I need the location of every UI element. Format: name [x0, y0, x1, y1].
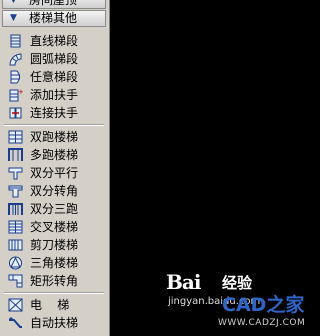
cadzj-watermark-logo: CAD之家: [222, 294, 305, 316]
group-header-label: 楼梯其他: [29, 11, 78, 25]
menu-item-label: 三角楼梯: [30, 256, 79, 270]
menu-item-double-split-triple[interactable]: 双分三跑: [2, 200, 106, 218]
menu-item-label: 多跑楼梯: [30, 148, 79, 162]
chevron-down-icon: ▼: [10, 0, 17, 5]
elevator-icon: [8, 298, 23, 312]
menu-item-label: 双分三跑: [30, 202, 79, 216]
scissor-stair-icon: [8, 239, 23, 251]
menu-item-label: 添加扶手: [30, 88, 79, 102]
menu-item-label: 矩形转角: [30, 274, 79, 288]
menu-item-straight-stair[interactable]: 直线梯段: [2, 32, 106, 50]
baidu-watermark-logo: Bai: [166, 270, 201, 294]
menu-item-label: 剪刀楼梯: [30, 238, 79, 252]
menu-item-label: 电 梯: [30, 298, 70, 312]
menu-item-escalator[interactable]: 自动扶梯: [2, 314, 106, 332]
menu-item-triangle-stair[interactable]: 三角楼梯: [2, 254, 106, 272]
double-split-parallel-icon: [8, 167, 23, 180]
triangle-stair-icon: [9, 256, 22, 270]
menu-item-elevator[interactable]: 电 梯: [2, 296, 106, 314]
separator: [4, 124, 104, 126]
menu-item-rect-corner-stair[interactable]: 矩形转角: [2, 272, 106, 290]
menu-item-label: 双跑楼梯: [30, 130, 79, 144]
separator: [4, 292, 104, 294]
menu-item-label: 任意梯段: [30, 70, 79, 84]
connect-handrail-icon: [9, 107, 22, 119]
menu-item-cross-stair[interactable]: 交叉楼梯: [2, 218, 106, 236]
menu-item-label: 直线梯段: [30, 34, 79, 48]
menu-item-double-split-corner[interactable]: 双分转角: [2, 182, 106, 200]
stair-tool-panel: ▼ 房间屋顶 ▼ 楼梯其他 直线梯段 圆弧梯段 任意梯段 + 添加扶手 连接扶手…: [0, 0, 110, 336]
menu-item-label: 圆弧梯段: [30, 52, 79, 66]
double-split-corner-icon: [8, 185, 23, 198]
group-header-stairs-other[interactable]: ▼ 楼梯其他: [2, 10, 106, 27]
multi-run-stair-icon: [8, 148, 23, 161]
menu-item-label: 自动扶梯: [30, 316, 79, 330]
menu-item-any-stair[interactable]: 任意梯段: [2, 68, 106, 86]
rect-corner-stair-icon: [8, 274, 23, 288]
menu-item-label: 双分平行: [30, 166, 79, 180]
group-header-room-roof[interactable]: ▼ 房间屋顶: [2, 0, 106, 9]
menu-item-scissor-stair[interactable]: 剪刀楼梯: [2, 236, 106, 254]
straight-stair-icon: [10, 34, 21, 48]
menu-item-multi-run-stair[interactable]: 多跑楼梯: [2, 146, 106, 164]
menu-item-label: 交叉楼梯: [30, 220, 79, 234]
svg-text:+: +: [18, 88, 23, 96]
menu-item-add-handrail[interactable]: + 添加扶手: [2, 86, 106, 104]
menu-item-label: 双分转角: [30, 184, 79, 198]
menu-item-arc-stair[interactable]: 圆弧梯段: [2, 50, 106, 68]
menu-item-connect-handrail[interactable]: 连接扶手: [2, 104, 106, 122]
menu-item-double-split-parallel[interactable]: 双分平行: [2, 164, 106, 182]
cross-stair-icon: [8, 220, 23, 234]
any-stair-icon: [10, 70, 20, 84]
double-split-triple-icon: [8, 203, 23, 215]
cadzj-url-text: WWW.CADZJ.COM: [218, 318, 306, 328]
escalator-icon: [9, 317, 22, 328]
menu-item-label: 连接扶手: [30, 106, 79, 120]
group-header-label: 房间屋顶: [29, 0, 78, 7]
menu-item-double-run-stair[interactable]: 双跑楼梯: [2, 128, 106, 146]
arc-stair-icon: [9, 53, 22, 66]
double-run-stair-icon: [8, 130, 23, 144]
add-handrail-icon: +: [9, 88, 23, 102]
chevron-down-icon: ▼: [10, 13, 17, 23]
